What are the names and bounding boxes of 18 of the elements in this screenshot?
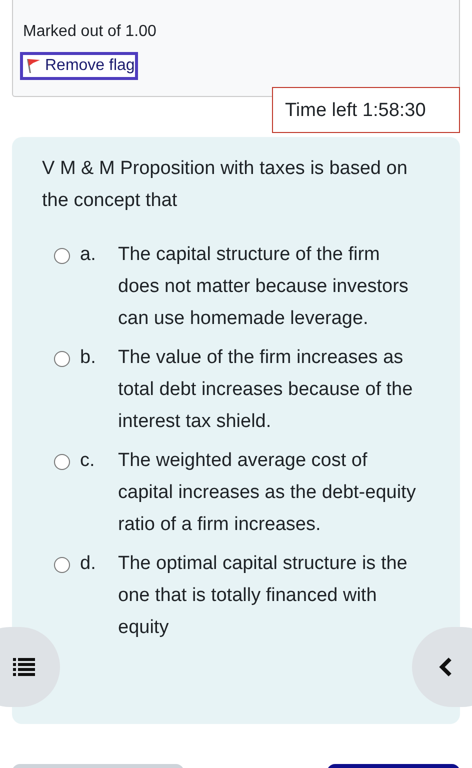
option-text: The weighted average cost of capital increases as the debt-equity ratio of a firm increases.	[118, 449, 417, 537]
radio-button[interactable]	[54, 248, 70, 264]
question-text: V M & M Proposition with taxes is based on the concept that	[42, 157, 408, 213]
radio-button[interactable]	[54, 351, 70, 367]
option-text: The value of the firm increases as total debt increases because of the interest tax shield.	[118, 346, 414, 434]
option-letter: b.	[80, 346, 97, 370]
marks-text: Marked out of 1.00	[23, 22, 158, 42]
option-letter: a.	[80, 243, 97, 267]
remove-flag-button[interactable]: Remove flag	[20, 52, 138, 80]
option-letter: d.	[80, 552, 97, 576]
option-text: The optimal capital structure is the one that is totally financed with equity	[118, 552, 408, 640]
time-left-timer: Time left 1:58:30	[272, 87, 460, 133]
option-text: The capital structure of the firm does not matter because investors can use homemade leverage.	[118, 243, 410, 331]
list-icon	[13, 657, 35, 677]
radio-button[interactable]	[54, 454, 70, 470]
chevron-left-icon	[439, 657, 453, 677]
radio-button[interactable]	[54, 557, 70, 573]
option-letter: c.	[80, 449, 96, 473]
